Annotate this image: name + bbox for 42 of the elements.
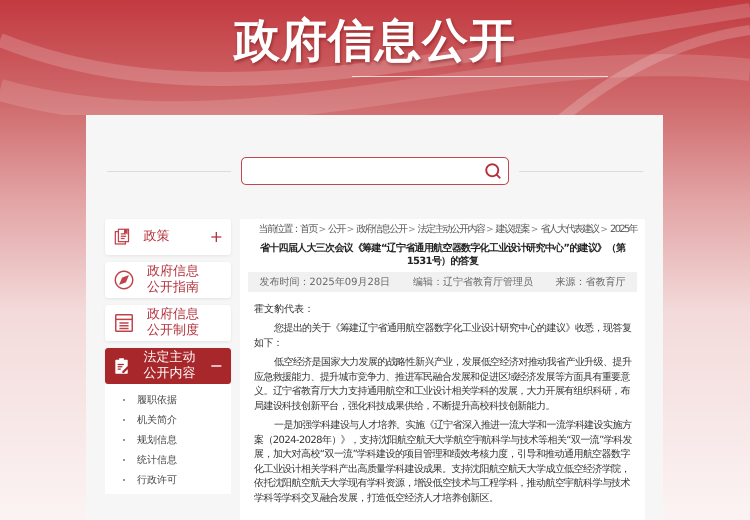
article-title: 省十四届人大三次会议《筹建“辽宁省通用航空器数字化工业设计研究中心”的建议》（第1531号）的答复 (258, 242, 627, 268)
body-paragraph: 您提出的关于《筹建辽宁省通用航空器数字化工业设计研究中心的建议》收悉，现答复如下： (253, 322, 632, 350)
page-title: 政府信息公开 (234, 12, 516, 69)
submenu-item[interactable]: 机关简介 (137, 413, 177, 427)
sidebar-item[interactable]: 政府信息公开指南 (105, 262, 231, 298)
breadcrumb-separator: > (346, 225, 354, 235)
breadcrumb-separator: > (530, 225, 538, 235)
submenu-item[interactable]: 履职依据 (137, 393, 177, 407)
breadcrumb-link[interactable]: 省人大代表建议 (540, 224, 598, 235)
search-field[interactable] (240, 157, 508, 185)
body-paragraph: 一是加强学科建设与人才培养。实施《辽宁省深入推进一流大学和一流学科建设实施方案（2024-2028年）》，支持沈阳航空航天大学航空宇航科学与技术等相关“双一流”学科发展，加大对高校“双一流”学科建设的项目管理和绩效考核力度，引导和推动通用航空器数字化工业设计相关学科产出高质量学科建设成果。支持沈阳航空航天大学成立低空经济学院，依托沈阳航空航天大学现有学科资源，增设低空技术与工程学科，推动航空宇航科学与技术学科等学科交叉融合发展，打造低空经济人才培养创新区。 (253, 419, 633, 506)
sidebar-item[interactable]: 政策 + (105, 219, 231, 255)
sidebar-label: 政府信息公开制度 (147, 307, 200, 339)
meta-text: 来源：省教育厅 (556, 276, 626, 289)
list-document-icon (113, 312, 135, 334)
breadcrumb-link[interactable]: 法定主动公开内容 (418, 224, 484, 235)
sidebar-label: 法定主动公开内容 (144, 350, 197, 382)
compass-icon (113, 269, 135, 291)
toggle-sign[interactable]: − (210, 358, 223, 374)
sidebar-item[interactable]: 政府信息公开制度 (105, 305, 231, 341)
breadcrumb-link[interactable]: 建议提案 (496, 224, 529, 235)
submenu-item[interactable]: 统计信息 (137, 453, 177, 467)
breadcrumb-separator: > (486, 225, 494, 235)
sidebar-label: 政策 (144, 229, 171, 245)
breadcrumb-separator: > (600, 225, 608, 235)
breadcrumb-label: 当前位置： (258, 224, 300, 235)
sidebar-label: 政府信息公开指南 (147, 264, 200, 296)
submenu-item[interactable]: 行政许可 (137, 473, 177, 487)
breadcrumb-separator: > (408, 225, 416, 235)
breadcrumb-link[interactable]: 2025年 (610, 224, 637, 235)
toggle-sign[interactable]: + (210, 229, 223, 245)
sidebar-item[interactable]: 法定主动公开内容 − (105, 348, 231, 384)
salutation-text: 霍文豹代表： (254, 303, 315, 317)
meta-text: 发布时间：2025年09月28日 (259, 276, 390, 289)
breadcrumb-link[interactable]: 公开 (328, 224, 345, 235)
search-icon[interactable] (484, 162, 502, 180)
body-paragraph: 低空经济是国家大力发展的战略性新兴产业，发展低空经济对推动我省产业升级、提升应急救援能力、提升城市竞争力、推进军民融合发展和促进区域经济发展等方面具有重要意义。辽宁省教育厅大力支持通用航空和工业设计相关学科的发展，大力开展有组织科研，布局建设科技创新平台，强化科技成果供给，不断提升高校科技创新能力。 (253, 356, 632, 414)
breadcrumb-link[interactable]: 首页 (300, 224, 317, 235)
meta-text: 编辑：辽宁省教育厅管理员 (412, 276, 533, 289)
breadcrumb-separator: > (318, 225, 326, 235)
submenu-item[interactable]: 规划信息 (137, 433, 177, 447)
breadcrumb-link[interactable]: 政府信息公开 (356, 224, 406, 235)
